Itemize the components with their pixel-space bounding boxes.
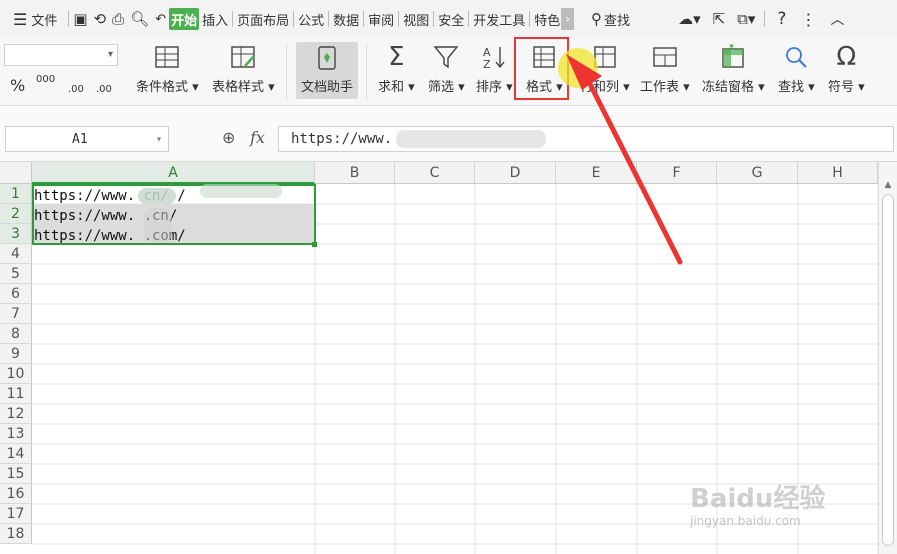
row-header[interactable]: 16	[0, 484, 32, 504]
annotation-arrow	[566, 54, 683, 265]
watermark-url: jingyan.baidu.com	[690, 514, 801, 528]
spreadsheet-grid[interactable]: A B C D E F G H 1 2 3 4 5 6 7 8 9 10 11 …	[0, 54, 897, 554]
row-header[interactable]: 17	[0, 504, 32, 524]
row-header[interactable]: 18	[0, 524, 32, 544]
row-header[interactable]: 13	[0, 424, 32, 444]
watermark-logo: Baidu经验	[690, 484, 826, 514]
row-header[interactable]: 14	[0, 444, 32, 464]
row-header[interactable]: 12	[0, 404, 32, 424]
row-header[interactable]: 15	[0, 464, 32, 484]
